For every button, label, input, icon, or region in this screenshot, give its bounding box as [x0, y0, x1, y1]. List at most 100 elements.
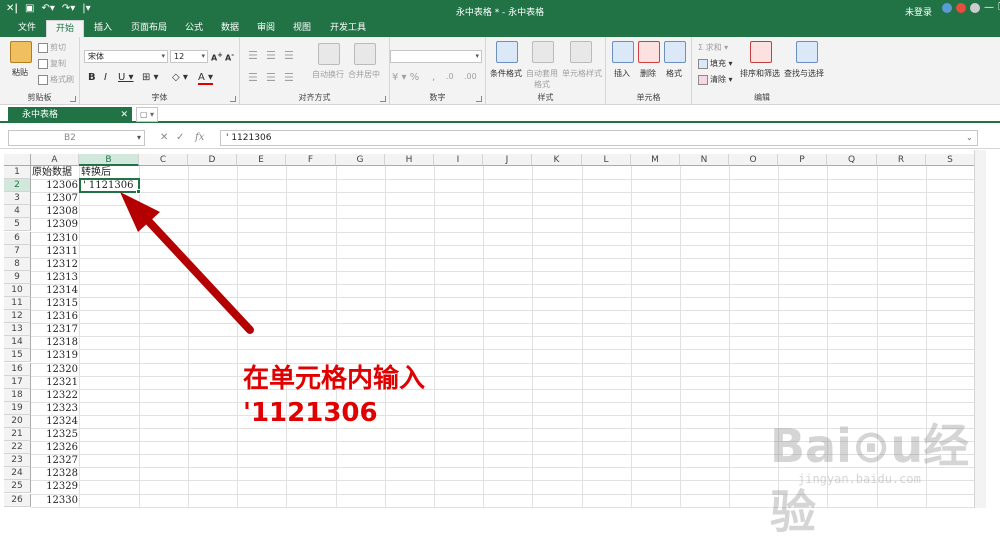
fill-button[interactable]: 填充 ▾	[698, 58, 733, 69]
sort-filter-icon[interactable]	[750, 41, 772, 63]
underline-button[interactable]: U ▾	[118, 72, 134, 83]
cell-a7[interactable]: 12311	[31, 245, 79, 258]
row-header-20[interactable]: 20	[4, 414, 31, 428]
cell-a14[interactable]: 12318	[31, 336, 79, 349]
column-header-q[interactable]: Q	[827, 154, 877, 166]
insert-function-icon[interactable]: fx	[195, 132, 204, 143]
clear-button[interactable]: 清除 ▾	[698, 74, 733, 85]
minimize-icon[interactable]: —	[984, 2, 994, 13]
font-launcher-icon[interactable]	[230, 96, 236, 102]
column-header-d[interactable]: D	[188, 154, 237, 166]
row-header-22[interactable]: 22	[4, 441, 31, 455]
row-header-7[interactable]: 7	[4, 244, 31, 258]
row-header-9[interactable]: 9	[4, 270, 31, 284]
cell-a19[interactable]: 12323	[31, 402, 79, 415]
cell-a23[interactable]: 12327	[31, 454, 79, 467]
delete-cells-button[interactable]: 删除	[640, 68, 656, 79]
table-style-button[interactable]: 自动套用 格式	[526, 68, 558, 90]
borders-icon[interactable]: ⊞ ▾	[142, 72, 159, 83]
increase-decimal-icon[interactable]: .0	[446, 72, 454, 81]
column-header-e[interactable]: E	[237, 154, 286, 166]
column-header-b[interactable]: B	[79, 154, 139, 166]
paste-button[interactable]: 粘贴	[12, 67, 28, 78]
column-header-l[interactable]: L	[582, 154, 631, 166]
column-header-k[interactable]: K	[532, 154, 582, 166]
row-header-10[interactable]: 10	[4, 283, 31, 297]
tab-page-layout[interactable]: 页面布局	[124, 20, 174, 37]
insert-cells-icon[interactable]	[612, 41, 634, 63]
cell-a4[interactable]: 12308	[31, 205, 79, 218]
font-name-select[interactable]: 宋体 ▾	[84, 50, 168, 63]
enter-icon[interactable]: ✓	[176, 132, 184, 143]
document-tab[interactable]: 永中表格 ✕	[8, 107, 132, 123]
tab-formulas[interactable]: 公式	[176, 20, 212, 37]
column-header-m[interactable]: M	[631, 154, 680, 166]
cell-a15[interactable]: 12319	[31, 349, 79, 362]
tab-view[interactable]: 视图	[284, 20, 320, 37]
tab-review[interactable]: 审阅	[248, 20, 284, 37]
cell-a17[interactable]: 12321	[31, 376, 79, 389]
conditional-format-icon[interactable]	[496, 41, 518, 63]
cell-a8[interactable]: 12312	[31, 258, 79, 271]
cell-style-icon[interactable]	[570, 41, 592, 63]
column-header-h[interactable]: H	[385, 154, 434, 166]
cell-a1[interactable]: 原始数据	[32, 166, 72, 179]
cell-a21[interactable]: 12325	[31, 428, 79, 441]
row-header-24[interactable]: 24	[4, 467, 31, 481]
row-header-5[interactable]: 5	[4, 218, 31, 232]
row-header-4[interactable]: 4	[4, 205, 31, 219]
row-header-3[interactable]: 3	[4, 192, 31, 206]
row-header-13[interactable]: 13	[4, 323, 31, 337]
cell-a3[interactable]: 12307	[31, 192, 79, 205]
delete-cells-icon[interactable]	[638, 41, 660, 63]
grow-font-icon[interactable]: A+	[211, 51, 223, 63]
font-size-select[interactable]: 12 ▾	[170, 50, 208, 63]
cell-a6[interactable]: 12310	[31, 232, 79, 245]
row-header-15[interactable]: 15	[4, 349, 31, 363]
expand-formula-icon[interactable]: ⌄	[966, 133, 973, 142]
cut-button[interactable]: 剪切	[38, 42, 66, 53]
decrease-decimal-icon[interactable]: .00	[464, 72, 477, 81]
row-header-12[interactable]: 12	[4, 310, 31, 324]
tab-insert[interactable]: 插入	[84, 20, 122, 37]
row-header-2[interactable]: 2	[4, 179, 31, 193]
help-icon[interactable]	[956, 2, 966, 13]
column-header-a[interactable]: A	[31, 154, 79, 166]
column-header-j[interactable]: J	[483, 154, 532, 166]
autosum-button[interactable]: Σ 求和 ▾	[698, 42, 728, 53]
cell-a11[interactable]: 12315	[31, 297, 79, 310]
alignment-launcher-icon[interactable]	[380, 96, 386, 102]
column-header-c[interactable]: C	[139, 154, 188, 166]
paste-icon[interactable]	[10, 41, 32, 63]
italic-button[interactable]: I	[104, 72, 107, 83]
align-left-icon[interactable]: ☰	[248, 71, 258, 84]
column-header-n[interactable]: N	[680, 154, 729, 166]
cell-a12[interactable]: 12316	[31, 310, 79, 323]
cell-a26[interactable]: 12330	[31, 494, 79, 507]
column-header-g[interactable]: G	[336, 154, 385, 166]
align-top-icon[interactable]: ☰	[248, 49, 258, 62]
tab-data[interactable]: 数据	[212, 20, 248, 37]
row-header-16[interactable]: 16	[4, 362, 31, 376]
column-header-f[interactable]: F	[286, 154, 336, 166]
number-launcher-icon[interactable]	[476, 96, 482, 102]
row-header-21[interactable]: 21	[4, 428, 31, 441]
format-cells-icon[interactable]	[664, 41, 686, 63]
cell-a2[interactable]: 12306	[31, 179, 79, 192]
cell-a13[interactable]: 12317	[31, 323, 79, 336]
number-format-select[interactable]: ▾	[390, 50, 482, 63]
format-painter-button[interactable]: 格式刷	[38, 74, 74, 85]
column-header-o[interactable]: O	[729, 154, 778, 166]
select-all-corner[interactable]	[4, 154, 31, 166]
cell-a18[interactable]: 12322	[31, 389, 79, 402]
close-tab-icon[interactable]: ✕	[120, 107, 128, 123]
wrap-text-button[interactable]: 自动换行	[312, 69, 344, 80]
tab-home[interactable]: 开始	[46, 20, 84, 37]
find-select-icon[interactable]	[796, 41, 818, 63]
row-header-19[interactable]: 19	[4, 401, 31, 415]
table-style-icon[interactable]	[532, 41, 554, 63]
settings-icon[interactable]	[970, 2, 980, 13]
bold-button[interactable]: B	[88, 72, 96, 83]
cell-a5[interactable]: 12309	[31, 218, 79, 231]
cell-a24[interactable]: 12328	[31, 467, 79, 480]
